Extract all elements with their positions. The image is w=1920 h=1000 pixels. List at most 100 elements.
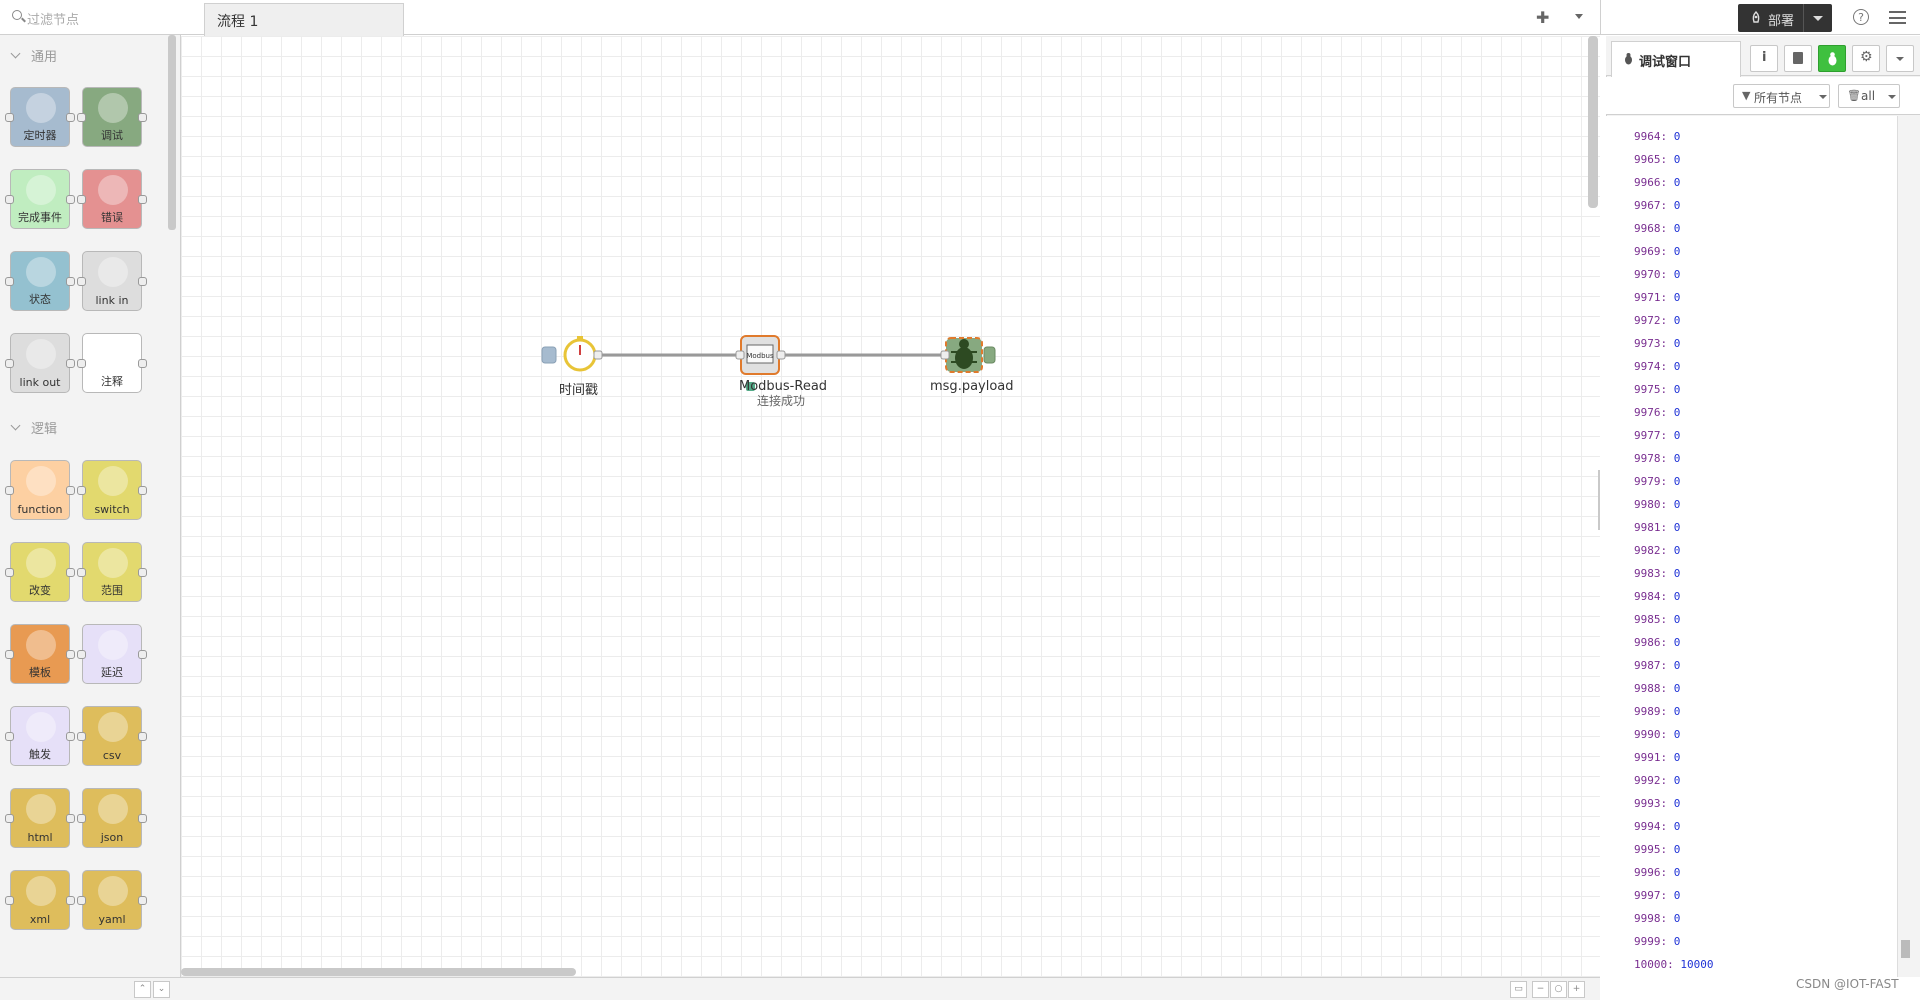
debug-message[interactable]: 9980: 0 xyxy=(1634,498,1680,511)
debug-message[interactable]: 9968: 0 xyxy=(1634,222,1680,235)
message-key: 9973 xyxy=(1634,337,1661,350)
debug-message[interactable]: 9988: 0 xyxy=(1634,682,1680,695)
debug-message[interactable]: 9982: 0 xyxy=(1634,544,1680,557)
debug-message[interactable]: 9985: 0 xyxy=(1634,613,1680,626)
zoom-reset-icon[interactable]: ○ xyxy=(1550,981,1567,998)
debug-message[interactable]: 9977: 0 xyxy=(1634,429,1680,442)
debug-message[interactable]: 9993: 0 xyxy=(1634,797,1680,810)
debug-messages[interactable]: 9964: 0 9965: 0 9966: 0 9967: 0 9968: 0 9969:… xyxy=(1606,116,1897,977)
debug-message[interactable]: 9995: 0 xyxy=(1634,843,1680,856)
workspace-horizontal-scrollbar[interactable] xyxy=(181,968,576,976)
palette-node-html[interactable]: html xyxy=(5,788,75,848)
palette-scrollbar[interactable] xyxy=(168,35,176,230)
debug-message[interactable]: 9975: 0 xyxy=(1634,383,1680,396)
debug-filter-select[interactable]: ▼ 所有节点 xyxy=(1733,84,1830,108)
message-separator: : xyxy=(1660,268,1674,281)
zoom-in-icon[interactable]: + xyxy=(1568,981,1585,998)
debug-toggle-button[interactable] xyxy=(983,346,996,364)
config-tab-button[interactable]: ⚙ xyxy=(1852,45,1880,72)
zoom-out-icon[interactable]: − xyxy=(1532,981,1549,998)
palette-node-debug[interactable]: 调试 xyxy=(77,87,147,147)
category-label: 逻辑 xyxy=(31,422,58,437)
menu-icon[interactable] xyxy=(1889,11,1906,24)
debug-message[interactable]: 9979: 0 xyxy=(1634,475,1680,488)
help-tab-button[interactable] xyxy=(1784,45,1812,72)
bug-icon xyxy=(1625,53,1632,65)
info-tab-button[interactable]: i xyxy=(1750,45,1778,72)
palette-node-complete[interactable]: 完成事件 xyxy=(5,169,75,229)
palette-node-delay[interactable]: 延迟 xyxy=(77,624,147,684)
sidebar-more-button[interactable] xyxy=(1886,45,1914,72)
flow-menu-icon[interactable] xyxy=(1575,14,1583,23)
debug-message[interactable]: 9999: 0 xyxy=(1634,935,1680,948)
debug-tab-button[interactable] xyxy=(1818,45,1846,72)
palette-node-catch[interactable]: 错误 xyxy=(77,169,147,229)
debug-message[interactable]: 9983: 0 xyxy=(1634,567,1680,580)
chevron-down-icon[interactable] xyxy=(1803,4,1832,32)
debug-message[interactable]: 9969: 0 xyxy=(1634,245,1680,258)
debug-scrollbar[interactable] xyxy=(1897,116,1914,977)
debug-message[interactable]: 9970: 0 xyxy=(1634,268,1680,281)
tab-flow-1[interactable]: 流程 1 xyxy=(204,3,404,36)
palette-search-input[interactable]: 过滤节点 xyxy=(27,9,79,28)
palette-node-template[interactable]: 模板 xyxy=(5,624,75,684)
debug-message[interactable]: 9964: 0 xyxy=(1634,130,1680,143)
node-port xyxy=(5,732,14,741)
palette-node-comment[interactable]: 注释 xyxy=(77,333,147,393)
navigator-icon[interactable]: ▭ xyxy=(1510,981,1527,998)
sidebar-resize-handle[interactable] xyxy=(1598,470,1600,530)
palette-node-json[interactable]: json xyxy=(77,788,147,848)
palette-node-switch[interactable]: switch xyxy=(77,460,147,520)
debug-scroll-thumb[interactable] xyxy=(1901,940,1910,958)
palette-search[interactable]: 过滤节点 xyxy=(0,0,181,35)
palette-node-inject[interactable]: 定时器 xyxy=(5,87,75,147)
debug-message[interactable]: 9978: 0 xyxy=(1634,452,1680,465)
palette-node-csv[interactable]: csv xyxy=(77,706,147,766)
debug-message[interactable]: 9996: 0 xyxy=(1634,866,1680,879)
palette-node-xml[interactable]: xml xyxy=(5,870,75,930)
debug-message[interactable]: 9967: 0 xyxy=(1634,199,1680,212)
help-icon[interactable]: ? xyxy=(1853,9,1869,25)
debug-message[interactable]: 9991: 0 xyxy=(1634,751,1680,764)
expand-all-button[interactable]: ⌄ xyxy=(153,981,170,998)
palette-node-change[interactable]: 改变 xyxy=(5,542,75,602)
debug-message[interactable]: 9966: 0 xyxy=(1634,176,1680,189)
palette-node-function[interactable]: function xyxy=(5,460,75,520)
debug-message[interactable]: 9972: 0 xyxy=(1634,314,1680,327)
deploy-button[interactable]: 部署 xyxy=(1738,4,1832,32)
debug-message[interactable]: 9998: 0 xyxy=(1634,912,1680,925)
palette-node-linkout[interactable]: link out xyxy=(5,333,75,393)
debug-message[interactable]: 9984: 0 xyxy=(1634,590,1680,603)
workspace-vertical-scrollbar[interactable] xyxy=(1588,36,1598,208)
palette-category-logic[interactable]: 逻辑 xyxy=(0,414,170,440)
palette-node-status[interactable]: 状态 xyxy=(5,251,75,311)
palette-node-trigger[interactable]: 触发 xyxy=(5,706,75,766)
debug-node[interactable] xyxy=(940,337,996,373)
timestamp-node[interactable] xyxy=(541,336,603,372)
debug-clear-select[interactable]: 🗑 all xyxy=(1838,84,1900,108)
debug-message[interactable]: 9994: 0 xyxy=(1634,820,1680,833)
debug-message[interactable]: 9974: 0 xyxy=(1634,360,1680,373)
debug-message[interactable]: 9973: 0 xyxy=(1634,337,1680,350)
debug-message[interactable]: 9990: 0 xyxy=(1634,728,1680,741)
debug-message[interactable]: 9997: 0 xyxy=(1634,889,1680,902)
palette-node-linkin[interactable]: link in xyxy=(77,251,147,311)
debug-message[interactable]: 9981: 0 xyxy=(1634,521,1680,534)
inject-button[interactable] xyxy=(541,346,557,364)
collapse-all-button[interactable]: ⌃ xyxy=(134,981,151,998)
palette-node-yaml[interactable]: yaml xyxy=(77,870,147,930)
palette-node-range[interactable]: 范围 xyxy=(77,542,147,602)
add-flow-icon[interactable]: ✚ xyxy=(1536,8,1549,27)
debug-message[interactable]: 9987: 0 xyxy=(1634,659,1680,672)
debug-message[interactable]: 9992: 0 xyxy=(1634,774,1680,787)
palette-category-common[interactable]: 通用 xyxy=(0,42,170,68)
debug-message[interactable]: 9965: 0 xyxy=(1634,153,1680,166)
tab-debug[interactable]: 调试窗口 xyxy=(1611,41,1741,77)
message-value: 0 xyxy=(1673,590,1681,603)
debug-message[interactable]: 9989: 0 xyxy=(1634,705,1680,718)
debug-message[interactable]: 9976: 0 xyxy=(1634,406,1680,419)
debug-message[interactable]: 9971: 0 xyxy=(1634,291,1680,304)
workspace-canvas[interactable]: Modbus 时间戳 Modbus-Read 连接成功 msg.payload xyxy=(181,36,1600,977)
debug-message[interactable]: 10000: 10000 xyxy=(1634,958,1714,971)
debug-message[interactable]: 9986: 0 xyxy=(1634,636,1680,649)
